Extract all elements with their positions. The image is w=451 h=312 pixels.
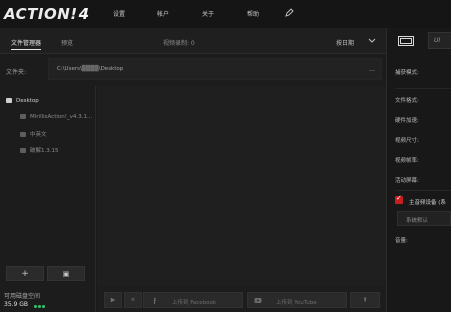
upload-button[interactable]: ⬆ <box>350 292 380 308</box>
upload-icon: ⬆ <box>362 296 368 304</box>
tree-item-label: 破解1.3.15 <box>30 148 59 154</box>
active-screen-label: 活动屏幕: <box>395 178 419 184</box>
image-icon: ▣ <box>62 269 70 278</box>
tab-preview[interactable]: 预览 <box>61 38 73 47</box>
tree-item-label: Desktop <box>16 98 39 104</box>
upload-youtube-button[interactable]: 上传到 YouTube <box>247 292 347 308</box>
divider <box>395 88 451 89</box>
logo-version: 4 <box>78 5 90 23</box>
disk-space-label: 可用磁盘空间 <box>4 293 41 300</box>
file-format-label: 文件格式: <box>395 98 419 104</box>
capture-mode-label: 捕获模式: <box>395 70 419 76</box>
video-capture-tab-icon[interactable] <box>398 36 414 46</box>
tree-item-chinese-english[interactable]: 中英文 <box>20 130 47 138</box>
upload-facebook-button[interactable]: 上传到 Facebook <box>143 292 243 308</box>
folder-icon <box>20 132 26 137</box>
tab-ui[interactable]: UI <box>428 32 451 49</box>
audio-device-label: 主音频设备 (系 <box>409 200 446 206</box>
pencil-icon[interactable] <box>284 8 294 18</box>
add-folder-button[interactable]: + <box>6 266 44 281</box>
upload-youtube-label: 上传到 YouTube <box>276 300 317 306</box>
tree-item-label: MirillisAction!_v4.3.1... <box>30 114 93 120</box>
play-button[interactable]: ▶ <box>104 292 122 308</box>
plus-icon: + <box>21 268 29 279</box>
menu-account[interactable]: 帐户 <box>157 9 169 18</box>
tree-item-mirillis[interactable]: MirillisAction!_v4.3.1... <box>20 114 92 120</box>
logo-text: ACTION! <box>4 5 78 23</box>
video-size-label: 视频尺寸: <box>395 138 419 144</box>
sort-select[interactable]: 按日期 <box>336 38 354 47</box>
menu-about[interactable]: 关于 <box>202 9 214 18</box>
tab-row: 文件管理器 预览 视频录制: 0 按日期 <box>0 28 386 54</box>
chevron-down-icon[interactable] <box>368 36 376 44</box>
top-bar: ACTION!4 设置 帐户 关于 帮助 <box>0 0 451 28</box>
folder-label: 文件夹: <box>6 69 27 76</box>
folder-icon <box>20 148 26 153</box>
close-icon: ✕ <box>130 296 136 304</box>
divider <box>395 190 451 191</box>
image-folder-button[interactable]: ▣ <box>47 266 85 281</box>
tab-ui-label: UI <box>434 37 441 44</box>
volume-label: 音量: <box>395 238 408 244</box>
upload-facebook-label: 上传到 Facebook <box>172 300 217 306</box>
tree-item-desktop[interactable]: Desktop <box>6 98 39 104</box>
app-logo: ACTION!4 <box>4 5 90 23</box>
folder-icon <box>6 98 12 103</box>
video-framerate-label: 视频帧率: <box>395 158 419 164</box>
hardware-accel-label: 硬件加速: <box>395 118 419 124</box>
folder-path-field[interactable]: C:\Users\▒▒▒▒\Desktop ... <box>48 58 382 80</box>
browse-folder-button[interactable]: ... <box>369 66 375 73</box>
tree-item-label: 中英文 <box>30 132 47 138</box>
tab-file-manager[interactable]: 文件管理器 <box>11 38 42 50</box>
delete-button[interactable]: ✕ <box>124 292 142 308</box>
facebook-icon <box>154 297 156 304</box>
menu-settings[interactable]: 设置 <box>113 9 125 18</box>
folder-icon <box>20 114 26 119</box>
folder-path-text: C:\Users\▒▒▒▒\Desktop <box>57 66 124 72</box>
disk-status-indicator <box>34 303 46 310</box>
youtube-icon <box>254 298 262 303</box>
file-content-area[interactable] <box>97 86 386 286</box>
audio-device-value: 系统默认 <box>406 218 429 224</box>
video-count: 视频录制: 0 <box>163 40 195 47</box>
audio-device-checkbox[interactable] <box>395 194 403 204</box>
play-icon: ▶ <box>110 296 116 304</box>
audio-device-select[interactable]: 系统默认 <box>397 211 451 226</box>
tree-item-crack[interactable]: 破解1.3.15 <box>20 146 59 154</box>
menu-help[interactable]: 帮助 <box>247 9 259 18</box>
disk-space-value: 35.9 GB <box>4 301 29 308</box>
